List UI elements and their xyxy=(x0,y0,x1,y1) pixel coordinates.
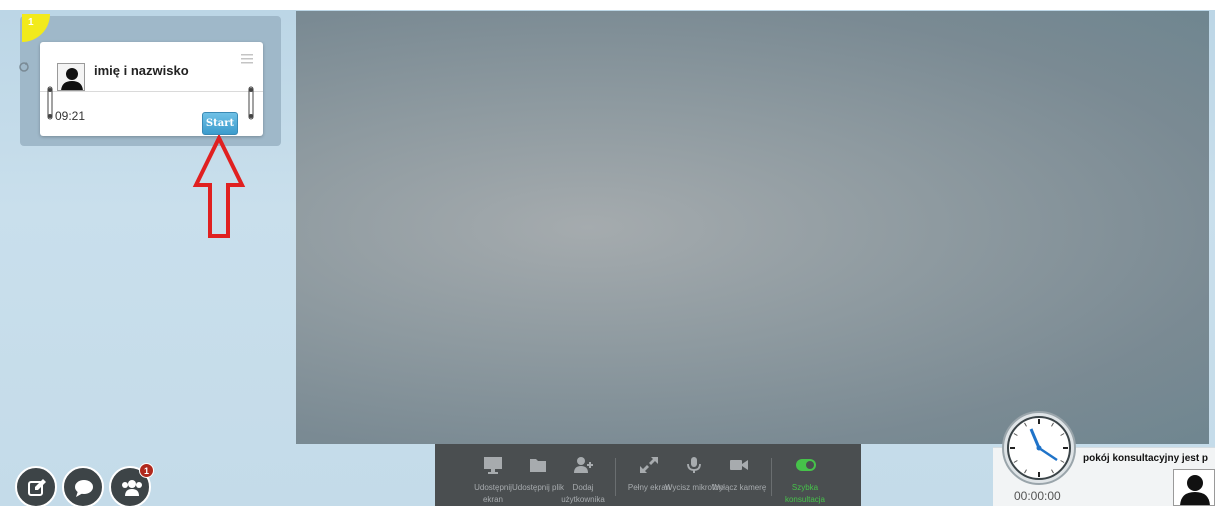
edit-icon xyxy=(28,479,46,496)
toolbar-separator xyxy=(615,458,616,496)
room-status-text: pokój konsultacyjny jest p xyxy=(1083,453,1209,464)
folder-icon xyxy=(530,459,546,472)
fullscreen-button[interactable]: Pełny ekran xyxy=(625,444,673,506)
clock-icon xyxy=(1002,411,1076,485)
chat-button[interactable] xyxy=(62,466,104,506)
toolbar-separator xyxy=(771,458,772,496)
toggle-icon xyxy=(796,459,816,471)
avatar xyxy=(57,63,85,91)
refresh-icon[interactable] xyxy=(18,61,30,73)
card-divider xyxy=(40,91,263,92)
notification-badge: 1 xyxy=(139,463,154,478)
drag-handle-right-icon[interactable] xyxy=(247,86,255,120)
quick-consult-label: Szybka konsultacja xyxy=(784,483,826,504)
quick-consult-toggle[interactable]: Szybka konsultacja xyxy=(781,444,829,506)
user-silhouette-icon xyxy=(1180,475,1210,505)
microphone-icon xyxy=(687,457,701,473)
client-name: imię i nazwisko xyxy=(94,63,189,78)
add-user-label: Dodaj użytkownika xyxy=(561,483,605,504)
chat-icon xyxy=(75,480,93,497)
card-menu-icon[interactable] xyxy=(240,53,254,65)
drag-handle-left-icon[interactable] xyxy=(46,86,54,120)
call-toolbar: Udostępnij ekran Udostępnij plik Dodaj u… xyxy=(435,444,861,506)
user-silhouette-icon xyxy=(61,68,83,90)
local-camera-preview xyxy=(1173,469,1215,506)
mute-mic-button[interactable]: Wycisz mikrofon xyxy=(665,444,723,506)
add-user-icon xyxy=(574,457,593,473)
add-user-button[interactable]: Dodaj użytkownika xyxy=(559,444,607,506)
expand-icon xyxy=(640,457,658,473)
video-area xyxy=(296,11,1209,444)
camera-off-button[interactable]: Wyłącz kamerę xyxy=(712,444,766,506)
users-icon xyxy=(122,480,142,496)
camera-off-label: Wyłącz kamerę xyxy=(711,483,767,492)
wait-time: 09:21 xyxy=(55,109,86,123)
notes-button[interactable] xyxy=(15,466,57,506)
camera-icon xyxy=(730,460,748,470)
monitor-icon xyxy=(484,457,502,474)
share-screen-button[interactable]: Udostępnij ekran xyxy=(469,444,517,506)
start-button[interactable]: Start xyxy=(202,112,238,135)
annotation-arrow-icon xyxy=(192,135,246,238)
session-timer: 00:00:00 xyxy=(1014,489,1061,503)
